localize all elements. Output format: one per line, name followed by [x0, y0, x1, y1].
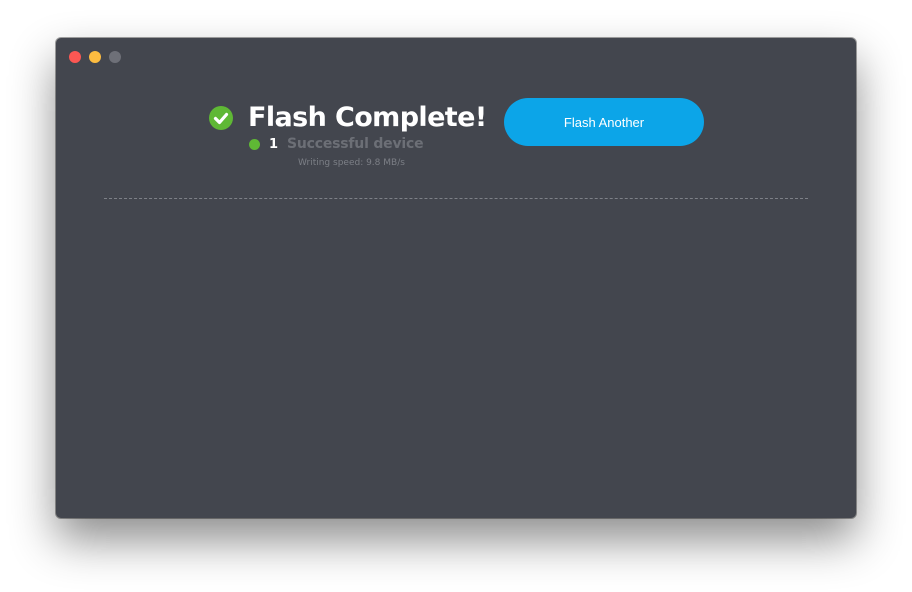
check-circle-icon: [209, 106, 233, 130]
successful-device-count: 1: [269, 137, 279, 152]
flash-complete-title: Flash Complete!: [248, 102, 487, 133]
writing-speed-text: Writing speed: 9.8 MB/s: [298, 158, 405, 168]
flash-another-button[interactable]: Flash Another: [504, 98, 704, 146]
dashed-divider: [104, 198, 808, 199]
app-window: Flash Complete! 1 Successful device Writ…: [56, 38, 856, 518]
close-window-button[interactable]: [69, 51, 81, 63]
zoom-window-button[interactable]: [109, 51, 121, 63]
success-status-dot: [249, 139, 260, 150]
successful-device-label: Successful device: [287, 136, 424, 152]
minimize-window-button[interactable]: [89, 51, 101, 63]
